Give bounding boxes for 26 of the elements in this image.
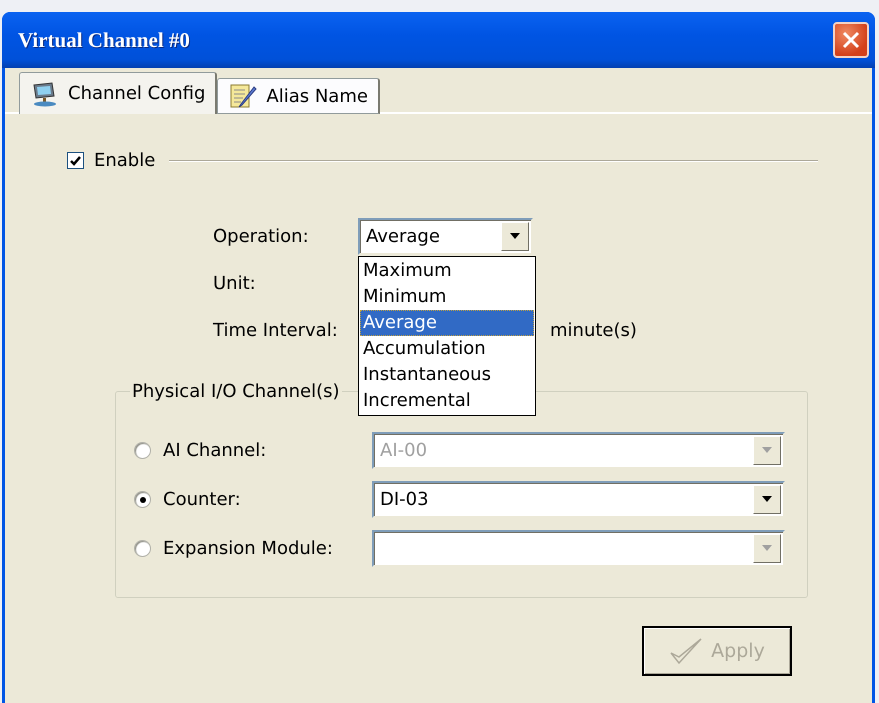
dropdown-arrow-icon <box>761 447 773 454</box>
operation-label: Operation: <box>213 226 310 247</box>
channel-label: Counter: <box>163 489 241 510</box>
group-title: Physical I/O Channel(s) <box>131 381 341 402</box>
dropdown-arrow-icon <box>509 233 521 240</box>
channel-label: AI Channel: <box>163 440 266 461</box>
dropdown-arrow-icon <box>761 496 773 503</box>
checkmark-icon <box>669 637 704 665</box>
close-button[interactable] <box>833 22 869 58</box>
notepad-pencil-icon <box>228 83 258 109</box>
radio-button[interactable] <box>134 491 151 508</box>
dropdown-option[interactable]: Average <box>360 310 534 336</box>
tab[interactable]: Channel Config <box>19 72 218 114</box>
enable-label: Enable <box>94 150 156 171</box>
checkmark-icon <box>70 156 81 166</box>
operation-dropdown[interactable]: Average <box>358 218 533 255</box>
minutes-label: minute(s) <box>550 320 637 341</box>
dropdown-arrow-icon <box>761 545 773 552</box>
channel-label: Expansion Module: <box>163 538 333 559</box>
unit-label: Unit: <box>213 273 257 294</box>
channel-dropdown[interactable]: DI-03 <box>372 481 785 518</box>
window-title: Virtual Channel #0 <box>18 28 190 52</box>
close-icon <box>842 31 860 49</box>
time-interval-label: Time Interval: <box>213 320 339 341</box>
enable-checkbox[interactable] <box>67 152 84 169</box>
tab[interactable]: Alias Name <box>217 78 380 114</box>
